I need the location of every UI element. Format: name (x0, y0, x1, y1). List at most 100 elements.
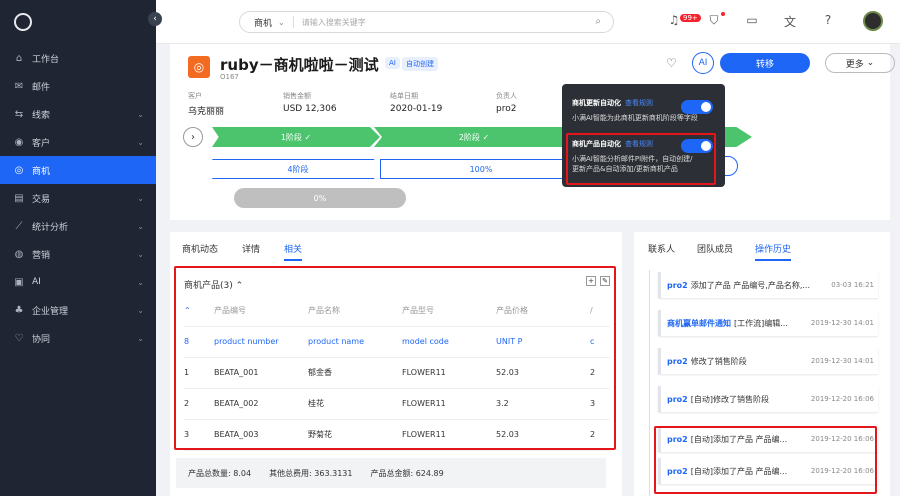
sidebar-item-label: 线索 (32, 110, 51, 121)
summary-fees: 其他总费用: 363.3131 (269, 468, 353, 478)
transfer-button[interactable]: 转移 (720, 53, 810, 73)
field-owner: 负责人 pro2 (496, 91, 517, 114)
sidebar-item-5[interactable]: ▤ 交易 ⌄ (0, 184, 156, 212)
sidebar-item-2[interactable]: ⇆ 线索 ⌄ (0, 100, 156, 128)
sidebar-item-label: 协同 (32, 334, 51, 345)
history-user[interactable]: pro2 (667, 357, 688, 366)
popup-item-title: 商机更新自动化 查看规则 (572, 98, 698, 108)
help-icon[interactable]: ? (820, 13, 836, 29)
sidebar-item-label: 营销 (32, 250, 51, 261)
sidebar-item-0[interactable]: ⌂ 工作台 (0, 44, 156, 72)
notification-badge: 99+ (680, 14, 701, 22)
sidebar-item-3[interactable]: ◉ 客户 ⌄ (0, 128, 156, 156)
sidebar-nav: ⌂ 工作台 ✉ 邮件 ⇆ 线索 ⌄ ◉ 客户 ⌄ ◎ 商机 ▤ 交易 ⌄ ⟋ 统计分析 ⌄ ◍ 营销 ⌄ ▣ AI ⌄ ♣ 企业管… (0, 44, 156, 352)
search-category-select[interactable]: 商机 (254, 16, 272, 29)
collab-icon: ♡ (14, 332, 24, 344)
inbox-icon[interactable]: ▭ (744, 13, 760, 29)
highlight-box (174, 266, 616, 450)
right-tabs: 联系人 团队成员 操作历史 (648, 242, 792, 261)
summary-quantity: 产品总数量: 8.04 (188, 468, 252, 478)
highlight-box (566, 133, 716, 185)
search-bar[interactable]: 商机 ⌄ 请输入搜索关键字 ⌕ (239, 11, 614, 33)
sidebar-item-label: AI (32, 277, 41, 287)
tab-activity[interactable]: 商机动态 (182, 242, 218, 261)
sidebar-item-10[interactable]: ♡ 协同 ⌄ (0, 324, 156, 352)
sidebar-item-9[interactable]: ♣ 企业管理 ⌄ (0, 296, 156, 324)
history-time: 2019-12-30 14:01 (810, 319, 874, 327)
search-input[interactable]: 请输入搜索关键字 (302, 17, 366, 28)
stage-1[interactable]: 1阶段 ✓ (212, 127, 380, 147)
history-item[interactable]: pro2 [自动]修改了销售阶段 2019-12-20 16:06 (658, 386, 878, 412)
chevron-down-icon: ⌄ (137, 193, 144, 203)
history-user[interactable]: 商机赢单邮件通知 (667, 318, 731, 329)
topbar: 商机 ⌄ 请输入搜索关键字 ⌕ ♫ 99+ ⛉ ▭ 文 ? (156, 0, 900, 44)
heart-icon[interactable]: ♡ (666, 56, 677, 70)
tab-team[interactable]: 团队成员 (697, 242, 733, 261)
sidebar-item-8[interactable]: ▣ AI ⌄ (0, 268, 156, 296)
field-key: 销售金额 (283, 92, 311, 100)
lead-icon: ⇆ (14, 108, 24, 120)
sidebar-item-4[interactable]: ◎ 商机 (0, 156, 156, 184)
field-value: pro2 (496, 104, 517, 114)
page-title: ruby－商机啦啦－测试 (220, 56, 379, 74)
chevron-down-icon: ⌄ (278, 17, 285, 27)
sidebar-item-label: 企业管理 (32, 306, 69, 317)
field-key: 客户 (188, 92, 202, 100)
avatar[interactable] (863, 11, 883, 31)
field-value[interactable]: 乌克丽丽 (188, 104, 224, 117)
sidebar-item-label: 商机 (32, 166, 51, 177)
sidebar-item-label: 客户 (32, 138, 51, 149)
collapse-sidebar-button[interactable]: ‹ (148, 12, 162, 26)
stage-2[interactable]: 2阶段 ✓ (374, 127, 574, 147)
more-label: 更多 (845, 59, 864, 70)
history-time: 2019-12-30 14:01 (810, 357, 874, 365)
chevron-down-icon: ⌄ (137, 277, 144, 287)
tab-history[interactable]: 操作历史 (755, 242, 792, 261)
sidebar-item-6[interactable]: ⟋ 统计分析 ⌄ (0, 212, 156, 240)
stage-progress: 0% (234, 188, 406, 208)
highlight-box (654, 426, 877, 494)
ai-icon: ▣ (14, 276, 24, 288)
field-key: 负责人 (496, 92, 517, 100)
ai-button[interactable]: AI (692, 52, 714, 74)
opportunity-id: O167 (220, 73, 239, 81)
marketing-icon: ◍ (14, 248, 24, 260)
field-amount: 销售金额 USD 12,306 (283, 91, 337, 114)
customer-icon: ◉ (14, 136, 24, 148)
history-item[interactable]: pro2 添加了产品 产品编号,产品名称,... 03-03 16:21 (658, 272, 878, 298)
sidebar-item-label: 统计分析 (32, 222, 69, 233)
chart-icon: ⟋ (15, 220, 23, 232)
update-automation-toggle[interactable] (681, 100, 713, 114)
history-user[interactable]: pro2 (667, 281, 688, 290)
search-icon[interactable]: ⌕ (595, 16, 601, 27)
tab-related[interactable]: 相关 (284, 242, 303, 261)
chevron-down-icon: ⌄ (137, 249, 144, 259)
stage-4[interactable]: 4阶段 (212, 159, 384, 179)
field-customer: 客户 乌克丽丽 (188, 91, 224, 117)
shield-icon[interactable]: ⛉ (706, 13, 722, 29)
chevron-down-icon: ⌄ (137, 333, 144, 343)
history-time: 03-03 16:21 (831, 281, 874, 289)
history-item[interactable]: 商机赢单邮件通知 [工作流]编辑... 2019-12-30 14:01 (658, 310, 878, 336)
history-user[interactable]: pro2 (667, 395, 688, 404)
mail-icon: ✉ (14, 80, 24, 92)
more-button[interactable]: 更多 ⌄ (825, 53, 895, 73)
sidebar-item-1[interactable]: ✉ 邮件 (0, 72, 156, 100)
products-summary: 产品总数量: 8.04 其他总费用: 363.3131 产品总金额: 624.8… (176, 458, 606, 488)
sidebar-item-7[interactable]: ◍ 营销 ⌄ (0, 240, 156, 268)
view-rule-link[interactable]: 查看规则 (625, 99, 653, 107)
chevron-down-icon: ⌄ (137, 305, 144, 315)
ai-tag: AI (385, 57, 400, 69)
chevron-down-icon: ⌄ (137, 109, 144, 119)
tab-details[interactable]: 详情 (242, 242, 260, 261)
logo (0, 0, 156, 44)
trade-icon: ▤ (14, 192, 24, 204)
stage-expand-button[interactable]: › (183, 127, 203, 147)
translate-icon[interactable]: 文 (782, 13, 798, 29)
history-item[interactable]: pro2 修改了销售阶段 2019-12-30 14:01 (658, 348, 878, 374)
tab-contacts[interactable]: 联系人 (648, 242, 675, 261)
summary-amount: 产品总金额: 624.89 (370, 468, 444, 478)
timeline-line (649, 270, 650, 496)
field-key: 结单日期 (390, 92, 418, 100)
stage-percent[interactable]: 100% (380, 159, 582, 179)
